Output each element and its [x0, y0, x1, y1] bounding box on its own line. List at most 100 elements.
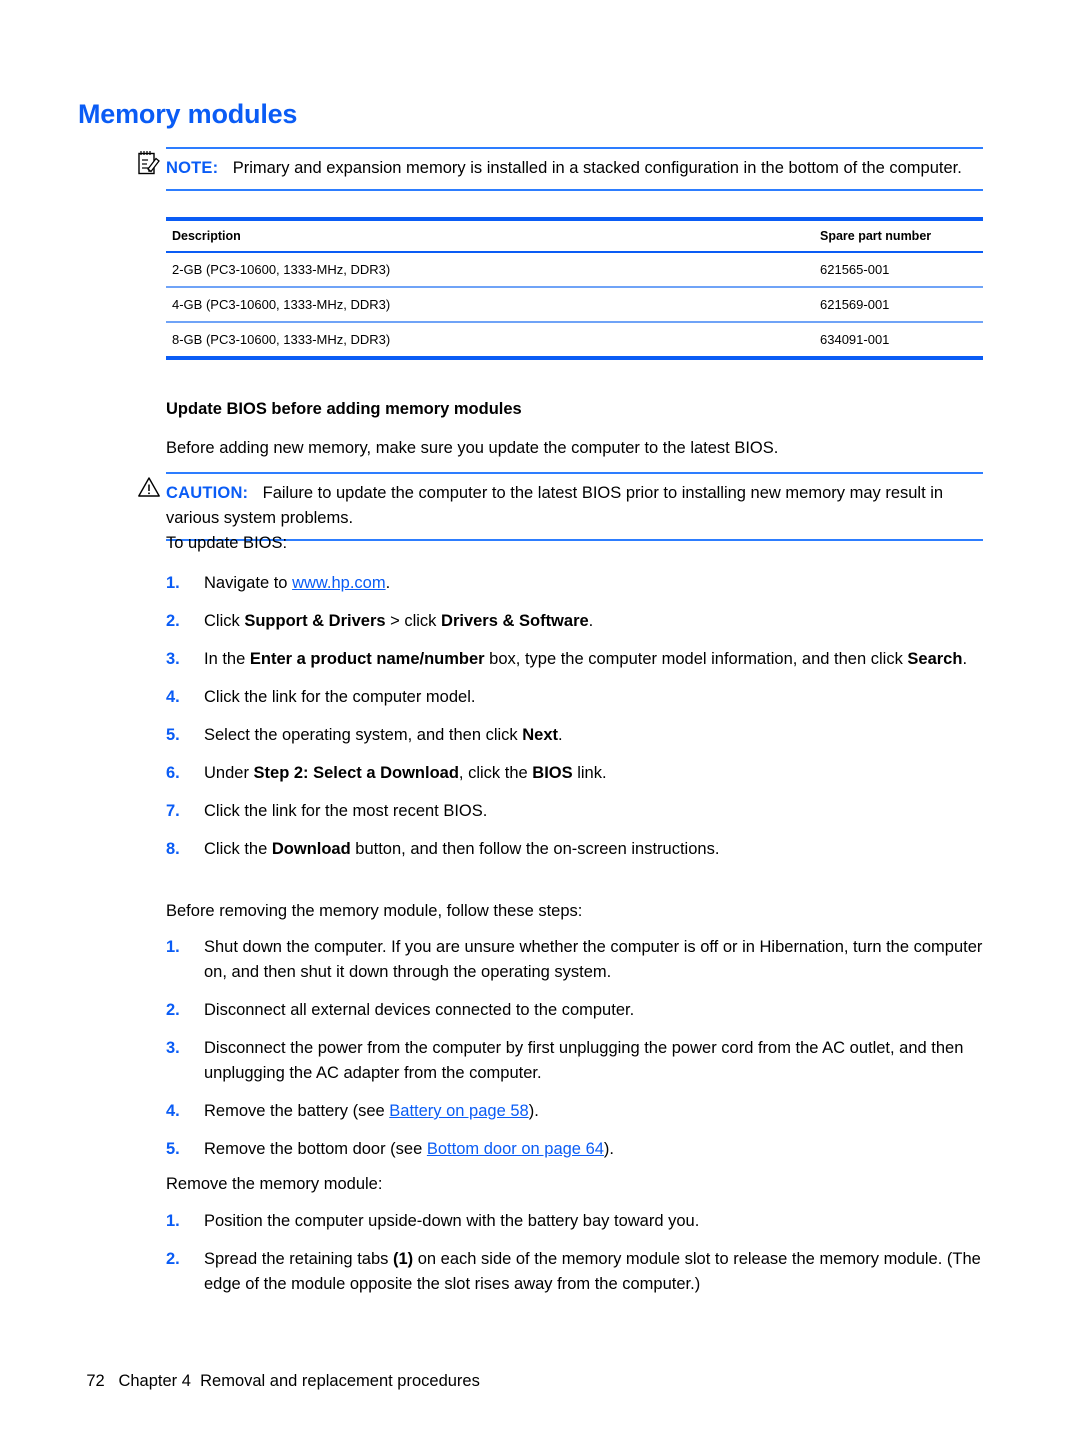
- list-item: 2. Spread the retaining tabs (1) on each …: [166, 1247, 986, 1297]
- cross-reference-link[interactable]: www.hp.com: [292, 574, 386, 592]
- step-text: Disconnect the power from the computer b…: [204, 1036, 986, 1086]
- plain-text: > click: [385, 612, 442, 630]
- list-item: 4. Remove the battery (see Battery on pag…: [166, 1099, 986, 1124]
- list-item: 2. Disconnect all external devices connec…: [166, 998, 986, 1023]
- footer-title: Removal and replacement procedures: [200, 1372, 480, 1390]
- before-removing-steps: 1. Shut down the computer. If you are uns…: [166, 935, 986, 1162]
- emphasis-text: (1): [392, 1250, 414, 1268]
- paragraph-to-update-bios: To update BIOS:: [166, 534, 288, 552]
- emphasis-text: Search: [907, 650, 963, 668]
- step-number: 4.: [166, 1102, 180, 1120]
- cell-description: 4-GB (PC3-10600, 1333-MHz, DDR3): [166, 287, 814, 323]
- paragraph-bios-intro: Before adding new memory, make sure you …: [166, 439, 779, 457]
- step-number: 3.: [166, 1039, 180, 1057]
- cell-spare-part-number: 621569-001: [814, 287, 983, 323]
- remove-module-steps: 1. Position the computer upside-down with…: [166, 1209, 986, 1297]
- bios-update-steps: 1. Navigate to www.hp.com. 2. Click Support…: [166, 571, 986, 862]
- footer-chapter: Chapter 4: [118, 1372, 191, 1390]
- table-row: 2-GB (PC3-10600, 1333-MHz, DDR3) 621565-…: [166, 252, 983, 288]
- note-label: NOTE:: [166, 159, 219, 177]
- step-text: Click the Download button, and then foll…: [204, 837, 986, 862]
- step-number: 3.: [166, 650, 180, 668]
- plain-text: Remove the bottom door (see: [204, 1140, 427, 1158]
- cross-reference-link[interactable]: Bottom door on page 64: [427, 1140, 604, 1158]
- list-item: 3. In the Enter a product name/number box…: [166, 647, 986, 672]
- footer-gap2: [191, 1372, 200, 1390]
- list-item: 3. Disconnect the power from the computer…: [166, 1036, 986, 1086]
- step-text: In the Enter a product name/number box, …: [204, 647, 986, 672]
- plain-text: button, and then follow the on-screen in…: [350, 840, 720, 858]
- step-number: 5.: [166, 726, 180, 744]
- step-text: Under Step 2: Select a Download, click t…: [204, 761, 986, 786]
- cell-description: 2-GB (PC3-10600, 1333-MHz, DDR3): [166, 252, 814, 288]
- plain-text: ).: [528, 1102, 539, 1120]
- plain-text: Under: [204, 764, 254, 782]
- table-row: 4-GB (PC3-10600, 1333-MHz, DDR3) 621569-…: [166, 287, 983, 323]
- table-header-row: Description Spare part number: [166, 217, 983, 253]
- cell-spare-part-number: 634091-001: [814, 322, 983, 360]
- plain-text: Position the computer upside-down with t…: [204, 1212, 700, 1230]
- plain-text: Disconnect all external devices connecte…: [204, 1001, 635, 1019]
- document-page: Memory modules NOTE: Primary and expansio…: [0, 0, 1080, 1437]
- cross-reference-link[interactable]: Battery on page 58: [389, 1102, 528, 1120]
- list-item: 5. Select the operating system, and then …: [166, 723, 986, 748]
- plain-text: box, type the computer model information…: [484, 650, 908, 668]
- note-admonition: NOTE: Primary and expansion memory is ins…: [137, 147, 983, 191]
- plain-text: In the: [204, 650, 250, 668]
- plain-text: link.: [572, 764, 607, 782]
- table-row: 8-GB (PC3-10600, 1333-MHz, DDR3) 634091-…: [166, 322, 983, 360]
- list-item: 7. Click the link for the most recent BIO…: [166, 799, 986, 824]
- step-number: 1.: [166, 1212, 180, 1230]
- page-title: Memory modules: [78, 99, 298, 129]
- plain-text: Select the operating system, and then cl…: [204, 726, 523, 744]
- list-item: 1. Navigate to www.hp.com.: [166, 571, 986, 596]
- step-text: Shut down the computer. If you are unsur…: [204, 935, 986, 985]
- note-pad-pencil-icon: [137, 150, 161, 176]
- note-body: NOTE: Primary and expansion memory is ins…: [166, 147, 983, 191]
- footer-gap: [105, 1372, 119, 1390]
- cell-spare-part-number: 621565-001: [814, 252, 983, 288]
- paragraph-remove-memory-module: Remove the memory module:: [166, 1175, 383, 1193]
- step-text: Remove the battery (see Battery on page …: [204, 1099, 986, 1124]
- list-item: 6. Under Step 2: Select a Download, click…: [166, 761, 986, 786]
- step-number: 2.: [166, 612, 180, 630]
- step-text: Spread the retaining tabs (1) on each si…: [204, 1247, 986, 1297]
- emphasis-text: Download: [271, 840, 351, 858]
- step-number: 1.: [166, 938, 180, 956]
- plain-text: Click the link for the computer model.: [204, 688, 476, 706]
- plain-text: Click the link for the most recent BIOS.: [204, 802, 488, 820]
- list-item: 8. Click the Download button, and then fo…: [166, 837, 986, 862]
- list-item: 1. Position the computer upside-down with…: [166, 1209, 986, 1234]
- cell-description: 8-GB (PC3-10600, 1333-MHz, DDR3): [166, 322, 814, 360]
- plain-text: Disconnect the power from the computer b…: [204, 1039, 964, 1082]
- caution-text: Failure to update the computer to the la…: [166, 484, 944, 527]
- plain-text: Click: [204, 612, 245, 630]
- plain-text: .: [558, 726, 563, 744]
- table-body: 2-GB (PC3-10600, 1333-MHz, DDR3) 621565-…: [166, 252, 983, 360]
- step-number: 2.: [166, 1250, 180, 1268]
- step-number: 8.: [166, 840, 180, 858]
- emphasis-text: Support & Drivers: [244, 612, 386, 630]
- plain-text: .: [588, 612, 594, 630]
- step-text: Disconnect all external devices connecte…: [204, 998, 986, 1023]
- plain-text: .: [962, 650, 968, 668]
- emphasis-text: Next: [522, 726, 559, 744]
- step-text: Position the computer upside-down with t…: [204, 1209, 986, 1234]
- list-item: 5. Remove the bottom door (see Bottom doo…: [166, 1137, 986, 1162]
- emphasis-text: BIOS: [532, 764, 573, 782]
- column-header-description: Description: [166, 217, 814, 253]
- paragraph-before-removing: Before removing the memory module, follo…: [166, 902, 583, 920]
- step-number: 1.: [166, 574, 180, 592]
- plain-text: Click the: [204, 840, 272, 858]
- step-text: Select the operating system, and then cl…: [204, 723, 986, 748]
- list-item: 1. Shut down the computer. If you are uns…: [166, 935, 986, 985]
- step-text: Click the link for the most recent BIOS.: [204, 799, 986, 824]
- step-number: 6.: [166, 764, 180, 782]
- section-heading-update-bios: Update BIOS before adding memory modules: [166, 400, 522, 418]
- step-number: 4.: [166, 688, 180, 706]
- emphasis-text: Step 2: Select a Download: [253, 764, 459, 782]
- plain-text: Navigate to: [204, 574, 293, 592]
- plain-text: Shut down the computer. If you are unsur…: [204, 938, 983, 981]
- step-number: 7.: [166, 802, 180, 820]
- plain-text: ).: [603, 1140, 615, 1158]
